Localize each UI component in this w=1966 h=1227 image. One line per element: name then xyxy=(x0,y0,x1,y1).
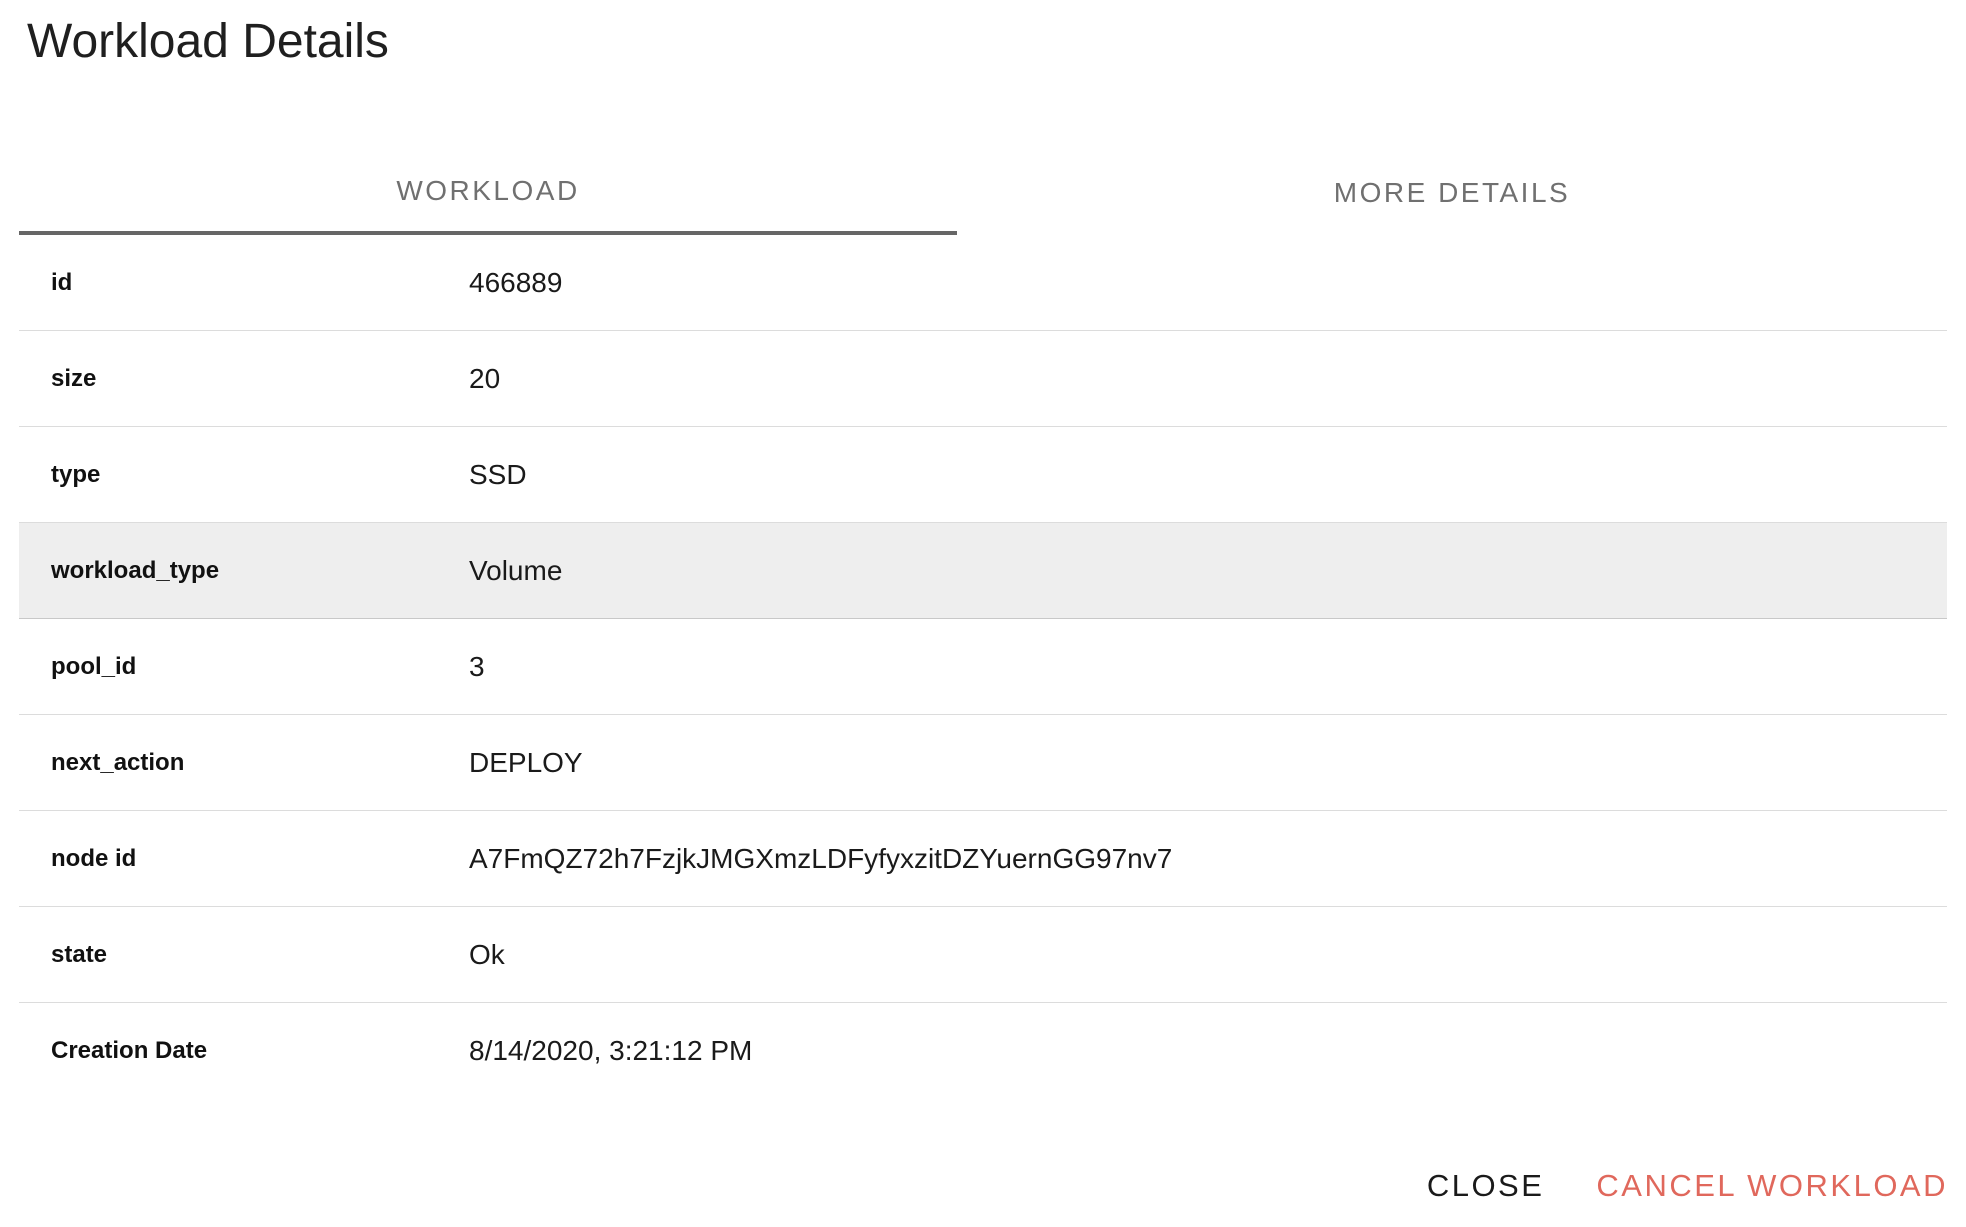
dialog-actions: CLOSE CANCEL WORKLOAD xyxy=(1427,1168,1948,1204)
table-row: state Ok xyxy=(19,907,1947,1003)
row-value: A7FmQZ72h7FzjkJMGXmzLDFyfyxzitDZYuernGG9… xyxy=(469,842,1173,874)
tab-workload[interactable]: WORKLOAD xyxy=(19,150,957,235)
row-key: id xyxy=(51,268,73,296)
table-row: size 20 xyxy=(19,331,1947,427)
row-key: workload_type xyxy=(51,556,220,584)
table-row-hovered[interactable]: workload_type Volume xyxy=(19,523,1947,619)
row-value: 20 xyxy=(469,362,501,394)
row-value: 8/14/2020, 3:21:12 PM xyxy=(469,1035,753,1066)
close-button[interactable]: CLOSE xyxy=(1427,1168,1545,1204)
row-key: state xyxy=(51,940,108,968)
row-key: type xyxy=(51,460,101,488)
row-value: Ok xyxy=(469,938,505,970)
dialog-title: Workload Details xyxy=(27,15,389,68)
cancel-workload-button[interactable]: CANCEL WORKLOAD xyxy=(1596,1168,1948,1204)
table-row: id 466889 xyxy=(19,235,1947,331)
row-key: size xyxy=(51,364,97,392)
table-row: node id A7FmQZ72h7FzjkJMGXmzLDFyfyxzitDZ… xyxy=(19,811,1947,907)
tab-more-details[interactable]: MORE DETAILS xyxy=(957,150,1947,235)
row-value: SSD xyxy=(469,458,527,490)
row-value: DEPLOY xyxy=(469,746,583,778)
table-row: next_action DEPLOY xyxy=(19,715,1947,811)
tab-bar: WORKLOAD MORE DETAILS xyxy=(19,150,1947,235)
row-value: 466889 xyxy=(469,266,563,298)
row-value: 3 xyxy=(469,650,485,682)
row-key: Creation Date xyxy=(51,1037,208,1064)
details-table: id 466889 size 20 type SSD workload_type… xyxy=(19,235,1947,1099)
table-row: pool_id 3 xyxy=(19,619,1947,715)
row-value: Volume xyxy=(469,554,563,586)
table-row: Creation Date 8/14/2020, 3:21:12 PM xyxy=(19,1003,1947,1099)
row-key: pool_id xyxy=(51,652,137,680)
table-row: type SSD xyxy=(19,427,1947,523)
row-key: next_action xyxy=(51,748,185,776)
row-key: node id xyxy=(51,844,137,872)
